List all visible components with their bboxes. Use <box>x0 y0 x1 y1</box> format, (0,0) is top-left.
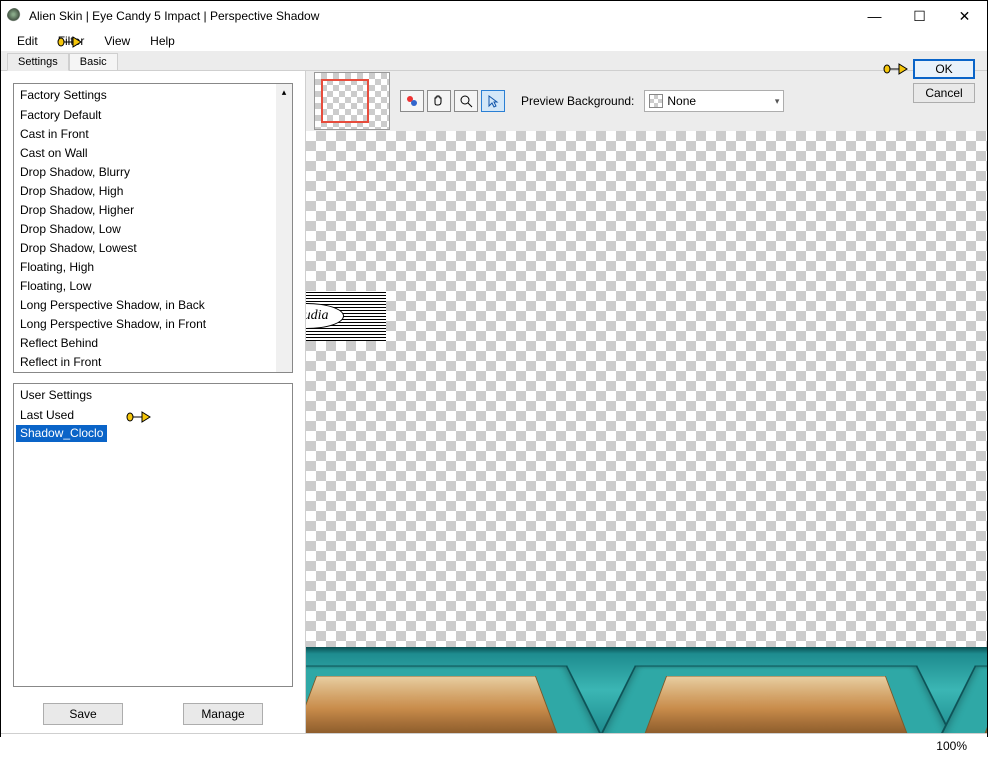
list-item[interactable]: Reflect in Front - Faint <box>14 372 292 373</box>
scroll-up-icon[interactable]: ▴ <box>276 84 292 100</box>
zoom-tool-icon[interactable] <box>454 90 478 112</box>
menu-view[interactable]: View <box>94 32 140 50</box>
preview-thumbnail[interactable] <box>314 72 390 130</box>
preview-canvas[interactable]: Claudia <box>306 131 987 733</box>
preview-bg-label: Preview Background: <box>521 94 634 108</box>
list-item[interactable]: Cast in Front <box>14 125 292 144</box>
tab-settings[interactable]: Settings <box>7 53 69 71</box>
tab-strip: Settings Basic <box>1 51 987 71</box>
app-icon <box>7 8 23 24</box>
chevron-down-icon: ▾ <box>775 96 780 107</box>
list-item[interactable]: Reflect Behind <box>14 334 292 353</box>
tab-basic[interactable]: Basic <box>69 53 118 70</box>
menubar: Edit Filter View Help <box>1 31 987 51</box>
menu-edit[interactable]: Edit <box>7 32 48 50</box>
menu-filter[interactable]: Filter <box>48 32 95 50</box>
list-item[interactable]: Last Used <box>14 406 292 425</box>
minimize-button[interactable]: — <box>852 2 897 30</box>
list-item[interactable]: Drop Shadow, Low <box>14 220 292 239</box>
menu-help[interactable]: Help <box>140 32 185 50</box>
preview-tool-color[interactable] <box>400 90 424 112</box>
preview-floor-render <box>306 647 987 733</box>
user-settings-header: User Settings <box>14 384 292 406</box>
list-item[interactable]: Factory Default <box>14 106 292 125</box>
zoom-level: 100% <box>936 739 967 753</box>
manage-button[interactable]: Manage <box>183 703 263 725</box>
list-item[interactable]: Drop Shadow, High <box>14 182 292 201</box>
list-item[interactable]: Reflect in Front <box>14 353 292 372</box>
pointer-tool-icon[interactable] <box>481 90 505 112</box>
transparency-swatch-icon <box>649 94 663 108</box>
preview-bg-select[interactable]: None ▾ <box>644 90 784 112</box>
factory-settings-header: Factory Settings <box>14 84 292 106</box>
list-item[interactable]: Drop Shadow, Lowest <box>14 239 292 258</box>
cancel-button[interactable]: Cancel <box>913 83 975 103</box>
window-title: Alien Skin | Eye Candy 5 Impact | Perspe… <box>29 9 852 23</box>
list-item[interactable]: Cast on Wall <box>14 144 292 163</box>
preview-toolbar: Preview Background: None ▾ <box>306 71 987 131</box>
preview-bg-value: None <box>667 94 696 108</box>
preview-panel: Preview Background: None ▾ Claudia <box>306 71 987 733</box>
ok-button[interactable]: OK <box>913 59 975 79</box>
maximize-button[interactable]: ☐ <box>897 2 942 30</box>
save-button[interactable]: Save <box>43 703 123 725</box>
settings-panel: ▴ Factory Settings Factory DefaultCast i… <box>1 71 306 733</box>
list-item[interactable]: Long Perspective Shadow, in Back <box>14 296 292 315</box>
hand-tool-icon[interactable] <box>427 90 451 112</box>
list-item[interactable]: Drop Shadow, Higher <box>14 201 292 220</box>
user-settings-list[interactable]: User Settings Last UsedShadow_Cloclo <box>13 383 293 687</box>
watermark-text: Claudia <box>306 303 344 329</box>
list-item[interactable]: Floating, High <box>14 258 292 277</box>
factory-settings-list[interactable]: ▴ Factory Settings Factory DefaultCast i… <box>13 83 293 373</box>
watermark-badge: Claudia <box>306 291 386 341</box>
list-item[interactable]: Floating, Low <box>14 277 292 296</box>
titlebar: Alien Skin | Eye Candy 5 Impact | Perspe… <box>1 1 987 31</box>
close-button[interactable]: ✕ <box>942 2 987 30</box>
list-item[interactable]: Shadow_Cloclo <box>16 425 107 442</box>
list-item[interactable]: Long Perspective Shadow, in Front <box>14 315 292 334</box>
list-item[interactable]: Drop Shadow, Blurry <box>14 163 292 182</box>
